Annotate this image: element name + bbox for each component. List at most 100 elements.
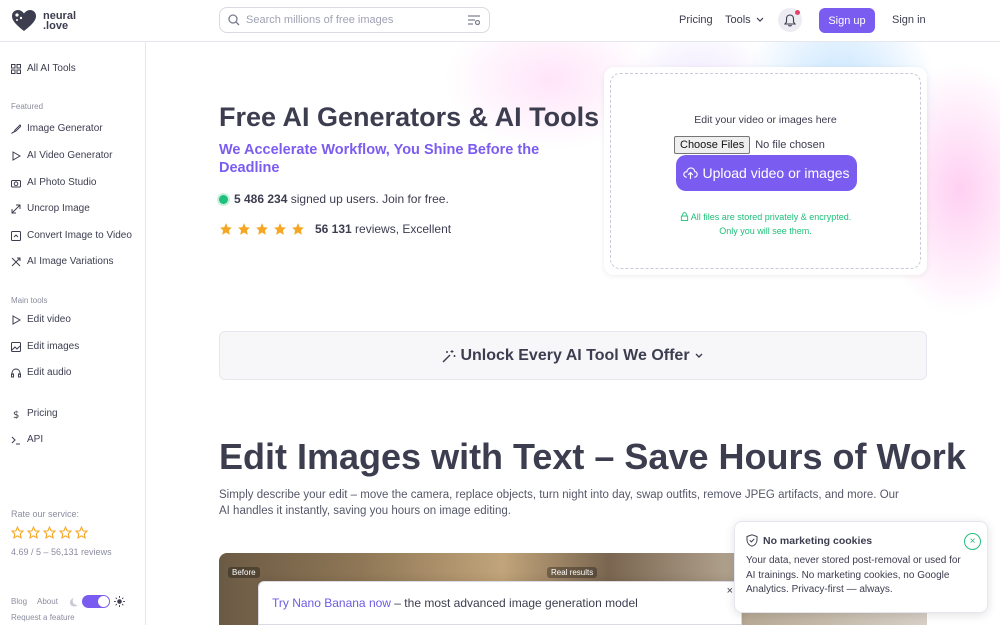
- sidebar-item-api[interactable]: API: [11, 434, 43, 445]
- sidebar-item-label: AI Photo Studio: [27, 177, 97, 188]
- close-icon[interactable]: ×: [727, 585, 733, 597]
- cookie-body: Your data, never stored post-removal or …: [746, 555, 961, 595]
- online-dot-icon: [219, 194, 228, 204]
- cookie-notice: No marketing cookies × Your data, never …: [734, 521, 988, 613]
- star-outline-icon[interactable]: [75, 526, 88, 539]
- expand-icon: [11, 204, 21, 213]
- reviews-count: 56 131: [315, 222, 352, 236]
- star-filled-icon: [274, 223, 286, 235]
- star-outline-icon[interactable]: [43, 526, 56, 539]
- upload-hint: Edit your video or images here: [694, 114, 837, 126]
- promo-text: Try Nano Banana now – the most advanced …: [272, 596, 638, 610]
- star-outline-icon[interactable]: [11, 526, 24, 539]
- star-outline-icon[interactable]: [59, 526, 72, 539]
- privacy-note: All files are stored privately & encrypt…: [611, 210, 920, 238]
- notification-dot: [795, 10, 800, 15]
- sidebar-item-ai-photo-studio[interactable]: AI Photo Studio: [11, 177, 97, 188]
- logo-line2: .love: [43, 20, 69, 32]
- hero-subtitle: We Accelerate Workflow, You Shine Before…: [219, 142, 540, 176]
- magic-wand-icon: [442, 349, 456, 363]
- blog-link[interactable]: Blog: [11, 597, 27, 606]
- sidebar-footer: Blog About: [11, 595, 125, 608]
- notifications-button[interactable]: [778, 8, 802, 32]
- cookie-close-button[interactable]: ×: [964, 533, 981, 550]
- sidebar: All AI Tools Featured Image Generator AI…: [0, 42, 146, 625]
- unlock-label: Unlock Every AI Tool We Offer: [460, 346, 690, 364]
- play-icon: [12, 314, 21, 325]
- search-icon: [228, 14, 240, 26]
- star-filled-icon: [238, 223, 250, 235]
- unlock-tools-button[interactable]: Unlock Every AI Tool We Offer: [219, 331, 927, 380]
- sidebar-item-label: AI Video Generator: [27, 150, 113, 161]
- sidebar-item-ai-video-generator[interactable]: AI Video Generator: [11, 150, 112, 161]
- headphones-icon: [11, 367, 21, 377]
- sidebar-item-label: Image Generator: [27, 123, 103, 134]
- about-link[interactable]: About: [37, 597, 58, 606]
- sidebar-section-featured: Featured: [11, 102, 44, 111]
- upload-dropzone[interactable]: Edit your video or images here Choose Fi…: [610, 73, 921, 269]
- rate-score: 4.69 / 5 – 56,131 reviews: [11, 547, 112, 557]
- sidebar-item-edit-video[interactable]: Edit video: [11, 314, 71, 325]
- lock-icon: [680, 212, 688, 221]
- sidebar-item-convert-image-to-video[interactable]: Convert Image to Video: [11, 230, 132, 241]
- filter-icon[interactable]: [467, 14, 481, 26]
- star-filled-icon: [220, 223, 232, 235]
- theme-toggle[interactable]: [81, 595, 110, 608]
- sidebar-item-label: API: [27, 434, 44, 445]
- sun-icon: [113, 596, 125, 607]
- nano-banana-link[interactable]: Try Nano Banana now: [272, 596, 391, 610]
- sidebar-item-edit-audio[interactable]: Edit audio: [11, 367, 71, 378]
- section-description: Simply describe your edit – move the cam…: [219, 489, 899, 517]
- choose-files-button[interactable]: Choose Files: [674, 136, 751, 154]
- sidebar-item-image-generator[interactable]: Image Generator: [11, 123, 103, 134]
- no-file-text: No file chosen: [755, 139, 825, 151]
- privacy-line2: Only you will see them.: [719, 226, 812, 236]
- terminal-icon: [11, 436, 20, 444]
- star-outline-icon[interactable]: [27, 526, 40, 539]
- nav-tools-dropdown[interactable]: Tools: [725, 14, 765, 26]
- sidebar-section-main-tools: Main tools: [11, 296, 48, 305]
- nav-pricing-link[interactable]: Pricing: [679, 14, 713, 26]
- reviews-text: reviews, Excellent: [351, 222, 452, 236]
- signup-button[interactable]: Sign up: [819, 8, 875, 33]
- users-count: 5 486 234: [234, 192, 288, 206]
- rate-stars[interactable]: [11, 526, 88, 539]
- signin-link[interactable]: Sign in: [892, 14, 926, 26]
- sidebar-item-uncrop-image[interactable]: Uncrop Image: [11, 203, 90, 214]
- rate-label: Rate our service:: [11, 509, 80, 519]
- promo-banner: Try Nano Banana now – the most advanced …: [258, 581, 742, 625]
- sidebar-item-edit-images[interactable]: Edit images: [11, 341, 79, 352]
- promo-text-rest: – the most advanced image generation mod…: [390, 596, 638, 610]
- file-input-row: Choose Files No file chosen: [674, 136, 825, 154]
- image-icon: [11, 341, 21, 352]
- grid-icon: [11, 63, 21, 74]
- sidebar-item-label: Edit video: [27, 314, 71, 325]
- sidebar-item-pricing[interactable]: $ Pricing: [11, 408, 58, 419]
- privacy-line1: All files are stored privately & encrypt…: [690, 212, 852, 222]
- sidebar-item-label: Pricing: [27, 408, 58, 419]
- sidebar-item-label: All AI Tools: [27, 63, 76, 74]
- chevron-down-icon: [695, 353, 703, 358]
- reviews-line: 56 131 reviews, Excellent: [219, 222, 451, 236]
- play-icon: [12, 150, 21, 161]
- sidebar-item-label: Uncrop Image: [27, 203, 90, 214]
- search-input[interactable]: [246, 14, 467, 26]
- camera-icon: [11, 179, 21, 187]
- cloud-upload-icon: [683, 166, 699, 179]
- shield-check-icon: [746, 534, 758, 547]
- review-stars: [219, 222, 305, 236]
- logo-text: neural .love: [43, 11, 76, 32]
- logo[interactable]: neural .love: [11, 9, 76, 33]
- sidebar-item-label: Edit audio: [27, 367, 72, 378]
- search-bar[interactable]: [219, 7, 490, 33]
- request-feature-link[interactable]: Request a feature: [11, 613, 75, 622]
- bell-icon: [784, 13, 796, 27]
- upload-button[interactable]: Upload video or images: [676, 155, 857, 191]
- sidebar-item-all-tools[interactable]: All AI Tools: [11, 63, 76, 74]
- shuffle-icon: [11, 257, 21, 266]
- svg-text:$: $: [13, 410, 19, 419]
- heart-logo-icon: [11, 9, 37, 33]
- users-text: signed up users. Join for free.: [287, 192, 449, 206]
- chevron-down-icon: [756, 17, 764, 22]
- sidebar-item-ai-image-variations[interactable]: AI Image Variations: [11, 256, 114, 267]
